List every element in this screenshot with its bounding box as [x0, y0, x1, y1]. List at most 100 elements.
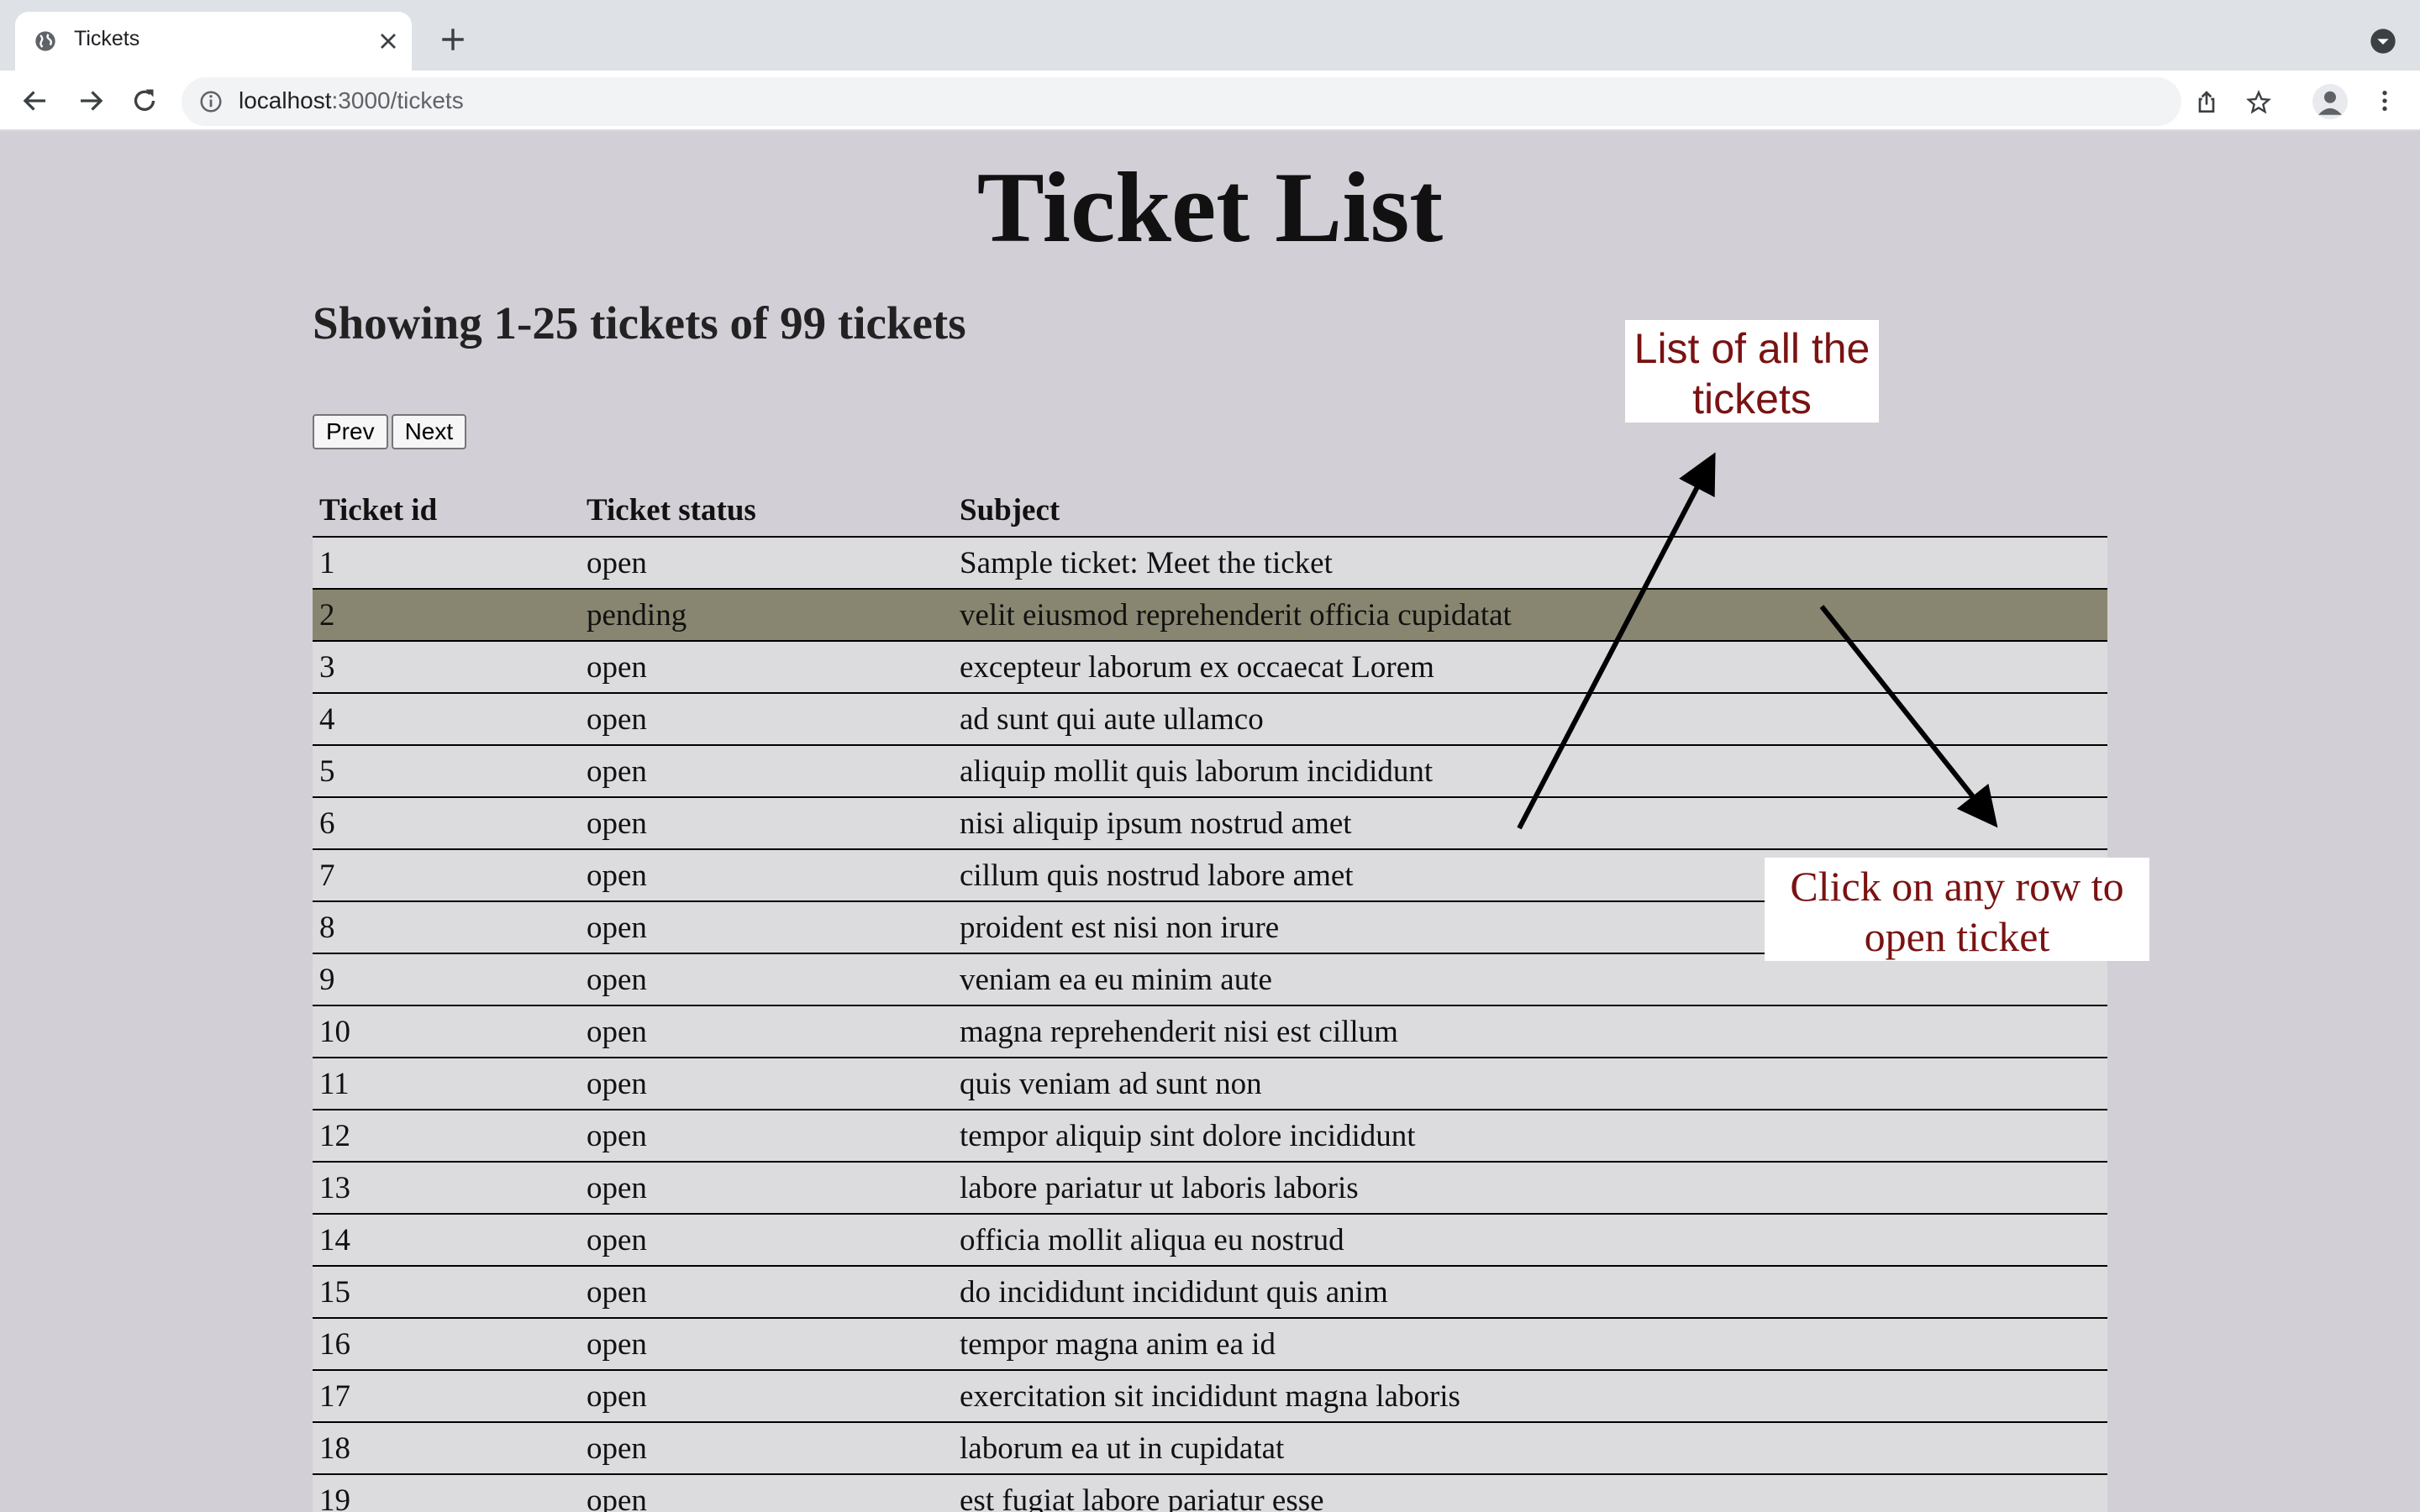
ticket-status-cell: open	[580, 797, 953, 850]
ticket-id-cell: 1	[313, 537, 580, 590]
table-row[interactable]: 6 open nisi aliquip ipsum nostrud amet	[313, 797, 2107, 850]
table-row[interactable]: 14 open officia mollit aliqua eu nostrud	[313, 1214, 2107, 1267]
ticket-status-cell: open	[580, 1266, 953, 1319]
table-row[interactable]: 4 open ad sunt qui aute ullamco	[313, 693, 2107, 746]
ticket-subject-cell: aliquip mollit quis laborum incididunt	[953, 745, 2107, 798]
table-row[interactable]: 5 open aliquip mollit quis laborum incidid…	[313, 745, 2107, 798]
ticket-id-cell: 12	[313, 1110, 580, 1163]
info-icon[interactable]	[198, 89, 224, 114]
ticket-id-cell: 6	[313, 797, 580, 850]
page-title: Ticket List	[976, 151, 1444, 263]
url-host: localhost	[239, 87, 332, 113]
ticket-status-cell: open	[580, 1214, 953, 1267]
table-row[interactable]: 17 open exercitation sit incididunt magna …	[313, 1370, 2107, 1423]
ticket-id-cell: 3	[313, 641, 580, 694]
ticket-subject-cell: tempor aliquip sint dolore incididunt	[953, 1110, 2107, 1163]
back-icon[interactable]	[20, 86, 50, 116]
ticket-id-cell: 17	[313, 1370, 580, 1423]
table-row[interactable]: 2 pending velit eiusmod reprehenderit offi…	[313, 589, 2107, 642]
ticket-id-cell: 8	[313, 901, 580, 954]
profile-avatar-icon[interactable]	[2312, 84, 2348, 119]
table-row[interactable]: 16 open tempor magna anim ea id	[313, 1318, 2107, 1371]
ticket-subject-cell: ad sunt qui aute ullamco	[953, 693, 2107, 746]
ticket-id-cell: 4	[313, 693, 580, 746]
tickets-table-body: 1 open Sample ticket: Meet the ticket 2 pend…	[313, 537, 2107, 1512]
ticket-status-cell: open	[580, 849, 953, 902]
ticket-status-cell: open	[580, 901, 953, 954]
ticket-status-cell: open	[580, 641, 953, 694]
ticket-subject-cell: do incididunt incididunt quis anim	[953, 1266, 2107, 1319]
url-text[interactable]: localhost:3000/tickets	[239, 87, 464, 114]
tab-search-icon[interactable]	[2370, 28, 2396, 55]
table-row[interactable]: 3 open excepteur laborum ex occaecat Lorem	[313, 641, 2107, 694]
prev-button[interactable]: Prev	[313, 414, 388, 449]
table-row[interactable]: 19 open est fugiat labore pariatur esse	[313, 1474, 2107, 1512]
ticket-subject-cell: tempor magna anim ea id	[953, 1318, 2107, 1371]
new-tab-icon[interactable]	[439, 25, 467, 54]
table-row[interactable]: 12 open tempor aliquip sint dolore incidid…	[313, 1110, 2107, 1163]
ticket-status-cell: open	[580, 1422, 953, 1475]
annotation-click-callout: Click on any row to open ticket	[1765, 858, 2149, 961]
browser-tab[interactable]: Tickets	[15, 12, 412, 71]
bookmark-star-icon[interactable]	[2245, 89, 2272, 116]
column-header-ticket-status: Ticket status	[580, 485, 953, 538]
ticket-id-cell: 16	[313, 1318, 580, 1371]
more-menu-icon[interactable]	[2371, 86, 2398, 116]
ticket-id-cell: 10	[313, 1005, 580, 1058]
tab-strip: Tickets	[0, 0, 2420, 71]
ticket-status-cell: open	[580, 1474, 953, 1512]
ticket-subject-cell: excepteur laborum ex occaecat Lorem	[953, 641, 2107, 694]
pagination-controls: Prev Next	[313, 414, 467, 449]
close-icon[interactable]	[375, 28, 402, 55]
forward-icon[interactable]	[76, 86, 106, 116]
address-bar[interactable]: localhost:3000/tickets	[182, 77, 2271, 126]
next-button[interactable]: Next	[391, 414, 467, 449]
ticket-id-cell: 13	[313, 1162, 580, 1215]
column-header-ticket-id: Ticket id	[313, 485, 580, 538]
table-row[interactable]: 15 open do incididunt incididunt quis anim	[313, 1266, 2107, 1319]
ticket-subject-cell: exercitation sit incididunt magna labori…	[953, 1370, 2107, 1423]
table-row[interactable]: 11 open quis veniam ad sunt non	[313, 1058, 2107, 1110]
table-row[interactable]: 1 open Sample ticket: Meet the ticket	[313, 537, 2107, 590]
ticket-subject-cell: velit eiusmod reprehenderit officia cupi…	[953, 589, 2107, 642]
ticket-status-cell: open	[580, 693, 953, 746]
ticket-status-cell: pending	[580, 589, 953, 642]
table-header-row: Ticket id Ticket status Subject	[313, 485, 2107, 538]
table-row[interactable]: 9 open veniam ea eu minim aute	[313, 953, 2107, 1006]
share-icon[interactable]	[2193, 89, 2220, 116]
ticket-status-cell: open	[580, 537, 953, 590]
table-row[interactable]: 13 open labore pariatur ut laboris laboris	[313, 1162, 2107, 1215]
ticket-id-cell: 5	[313, 745, 580, 798]
reload-icon[interactable]	[129, 86, 160, 116]
ticket-id-cell: 18	[313, 1422, 580, 1475]
ticket-id-cell: 2	[313, 589, 580, 642]
ticket-subject-cell: quis veniam ad sunt non	[953, 1058, 2107, 1110]
page-content: Ticket List Showing 1-25 tickets of 99 t…	[0, 132, 2420, 1512]
ticket-status-cell: open	[580, 1005, 953, 1058]
ticket-subject-cell: labore pariatur ut laboris laboris	[953, 1162, 2107, 1215]
ticket-status-cell: open	[580, 1110, 953, 1163]
ticket-id-cell: 7	[313, 849, 580, 902]
ticket-subject-cell: est fugiat labore pariatur esse	[953, 1474, 2107, 1512]
ticket-status-cell: open	[580, 953, 953, 1006]
browser-toolbar: localhost:3000/tickets	[0, 71, 2420, 131]
ticket-subject-cell: Sample ticket: Meet the ticket	[953, 537, 2107, 590]
ticket-subject-cell: nisi aliquip ipsum nostrud amet	[953, 797, 2107, 850]
ticket-status-cell: open	[580, 1058, 953, 1110]
ticket-id-cell: 14	[313, 1214, 580, 1267]
ticket-status-cell: open	[580, 1318, 953, 1371]
pagination-summary: Showing 1-25 tickets of 99 tickets	[313, 297, 966, 349]
ticket-id-cell: 9	[313, 953, 580, 1006]
globe-icon	[35, 31, 55, 51]
annotation-list-callout: List of all the tickets	[1625, 320, 1879, 423]
ticket-status-cell: open	[580, 1370, 953, 1423]
ticket-subject-cell: officia mollit aliqua eu nostrud	[953, 1214, 2107, 1267]
ticket-status-cell: open	[580, 745, 953, 798]
table-row[interactable]: 18 open laborum ea ut in cupidatat	[313, 1422, 2107, 1475]
ticket-subject-cell: laborum ea ut in cupidatat	[953, 1422, 2107, 1475]
ticket-id-cell: 19	[313, 1474, 580, 1512]
ticket-subject-cell: magna reprehenderit nisi est cillum	[953, 1005, 2107, 1058]
column-header-subject: Subject	[953, 485, 2107, 538]
table-row[interactable]: 10 open magna reprehenderit nisi est cillu…	[313, 1005, 2107, 1058]
tickets-table: Ticket id Ticket status Subject 1 open Sam…	[313, 485, 2107, 1512]
